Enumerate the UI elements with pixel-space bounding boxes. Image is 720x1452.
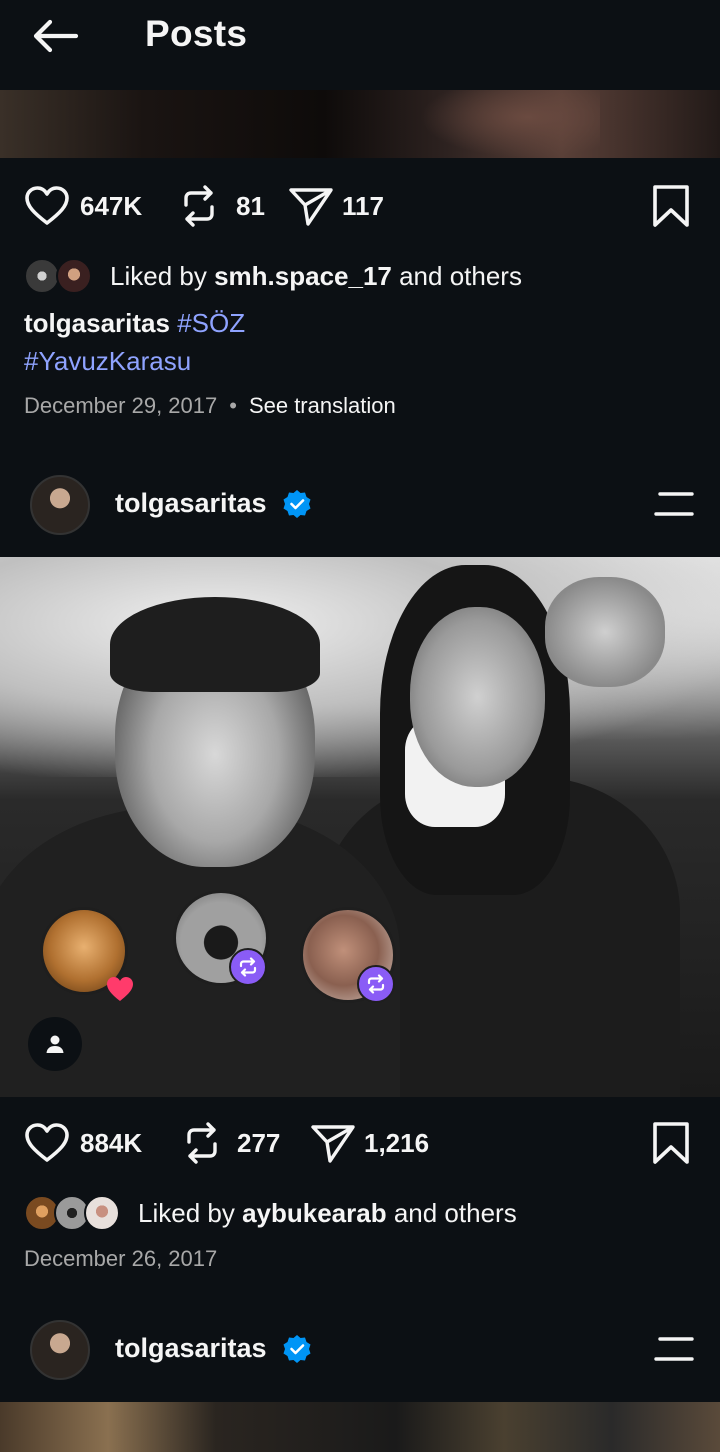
liked-by-text: Liked by smh.space_17 and others (110, 260, 522, 291)
heart-icon (107, 977, 133, 1001)
page-title: Posts (145, 13, 248, 54)
heart-icon (25, 186, 69, 225)
post-meta: December 26, 2017 (24, 1246, 217, 1272)
repost-count: 277 (237, 1127, 281, 1158)
post-actions: 647K 81 117 (0, 178, 720, 234)
repost-count: 81 (236, 190, 265, 221)
liker-avatar (84, 1195, 120, 1231)
like-button[interactable]: 647K (24, 178, 142, 234)
bookmark-icon (653, 185, 689, 227)
like-count: 884K (80, 1127, 143, 1158)
arrow-left-icon (33, 19, 79, 53)
post-menu-button[interactable] (654, 491, 696, 517)
liker-avatar (24, 258, 60, 294)
post-image[interactable] (0, 557, 720, 1097)
heart-icon (25, 1123, 69, 1162)
tagged-users-button[interactable] (28, 1017, 82, 1071)
menu-icon (654, 492, 694, 516)
share-count: 1,216 (364, 1127, 430, 1158)
post-username[interactable]: tolgasaritas (115, 1333, 267, 1364)
avatar[interactable] (30, 475, 90, 535)
repost-icon (187, 1122, 217, 1164)
back-button[interactable] (28, 16, 84, 56)
repost-button[interactable]: 277 (183, 1115, 280, 1171)
post-date: December 26, 2017 (24, 1246, 218, 1271)
post-menu-button[interactable] (654, 1336, 696, 1362)
post-image[interactable] (0, 90, 720, 158)
liked-by-user: smh.space_17 (214, 260, 392, 291)
repost-button[interactable]: 81 (180, 178, 265, 234)
liker-avatar (56, 258, 92, 294)
repost-icon (367, 974, 385, 994)
like-button[interactable]: 884K (24, 1115, 142, 1171)
send-icon (311, 1125, 355, 1163)
caption-username[interactable]: tolgasaritas (24, 308, 170, 338)
menu-icon (654, 1337, 694, 1361)
post-meta: December 29, 2017 • See translation (24, 393, 396, 418)
see-translation-link[interactable]: See translation (249, 393, 396, 418)
top-bar: Posts (0, 0, 720, 90)
hashtag-link[interactable]: #YavuzKarasu (24, 346, 191, 376)
post-username[interactable]: tolgasaritas (115, 488, 267, 519)
post-caption: tolgasaritas #SÖZ #YavuzKarasu (24, 304, 245, 380)
repost-badge (357, 965, 395, 1003)
avatar[interactable] (30, 1320, 90, 1380)
verified-badge-icon (283, 1335, 311, 1363)
repost-icon (184, 185, 214, 227)
liked-by-row[interactable]: Liked by smh.space_17 and others (24, 256, 522, 296)
post-image[interactable] (0, 1402, 720, 1452)
share-button[interactable]: 1,216 (310, 1115, 429, 1171)
share-button[interactable]: 117 (288, 178, 384, 234)
liked-by-text: Liked by aybukearab and others (138, 1197, 517, 1228)
post-header: tolgasaritas (0, 475, 720, 535)
share-count: 117 (342, 190, 384, 221)
liked-by-row[interactable]: Liked by aybukearab and others (24, 1193, 517, 1233)
save-button[interactable] (652, 1115, 690, 1171)
bookmark-icon (653, 1122, 689, 1164)
hashtag-link[interactable]: #SÖZ (177, 308, 245, 338)
verified-badge-icon (283, 490, 311, 518)
post-header: tolgasaritas (0, 1320, 720, 1380)
liked-by-user: aybukearab (242, 1197, 387, 1228)
repost-badge (229, 948, 267, 986)
like-count: 647K (80, 190, 143, 221)
post-date: December 29, 2017 (24, 393, 218, 418)
user-tag-icon (46, 1035, 64, 1053)
post-actions: 884K 277 1,216 (0, 1115, 720, 1171)
send-icon (289, 188, 333, 226)
save-button[interactable] (652, 178, 690, 234)
repost-icon (239, 957, 257, 977)
